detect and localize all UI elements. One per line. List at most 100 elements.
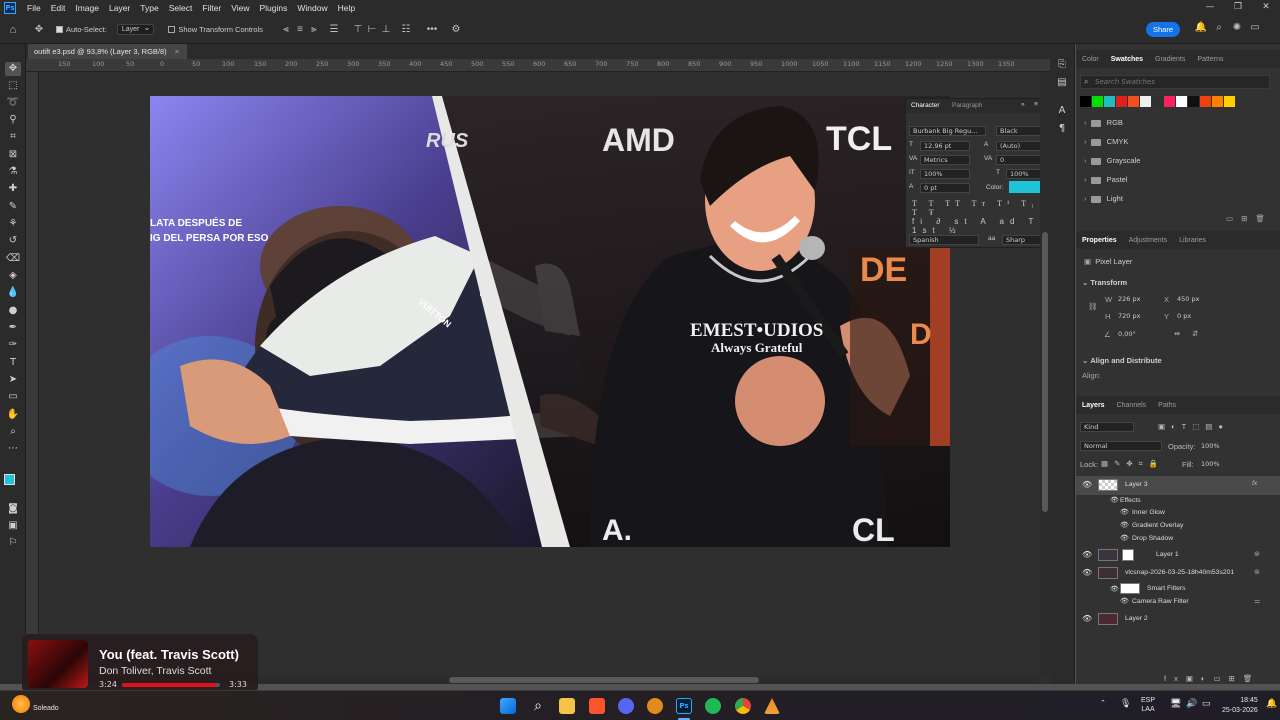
kerning-field[interactable]: Metrics — [920, 155, 970, 165]
font-style-select[interactable]: Black — [996, 126, 1042, 136]
color-swatch[interactable] — [1080, 96, 1091, 107]
layers-footer-icons[interactable]: fx▣◐▭⊞🗑 — [1164, 674, 1260, 683]
paragraph-panel-icon[interactable]: ¶ — [1054, 122, 1070, 136]
opacity-field[interactable]: 100% — [1197, 441, 1237, 451]
layer-row-layer-3[interactable]: 👁 Layer 3 fx — [1076, 476, 1280, 495]
filter-options-icon[interactable]: ⚌ — [1254, 597, 1260, 605]
auto-select-dropdown[interactable]: Layer — [116, 23, 155, 35]
vlc-icon[interactable] — [764, 698, 780, 714]
more-options-icon[interactable]: ••• — [423, 24, 441, 35]
opentype-buttons[interactable]: fi ∂ st A ad T 1st ½ — [912, 217, 1045, 235]
start-windows-icon[interactable] — [500, 698, 516, 714]
crop-tool-icon[interactable]: ⌗ — [5, 130, 21, 144]
edit-toolbar-icon[interactable]: ⋯ — [5, 442, 21, 456]
network-icon[interactable]: 🖥 — [1170, 698, 1181, 709]
menu-view[interactable]: View — [226, 3, 254, 13]
align-center-icon[interactable]: ≡ — [293, 24, 307, 35]
blender-icon[interactable] — [647, 698, 663, 714]
blend-mode-select[interactable]: Normal — [1080, 441, 1162, 451]
menu-plugins[interactable]: Plugins — [254, 3, 292, 13]
language-select[interactable]: Spanish — [909, 235, 979, 245]
menu-layer[interactable]: Layer — [104, 3, 135, 13]
menu-help[interactable]: Help — [333, 3, 360, 13]
zoom-tool-icon[interactable]: ⌕ — [5, 425, 21, 439]
layer-row-layer-1[interactable]: 👁 Layer 1 ⊛ — [1076, 546, 1280, 564]
color-swatch[interactable] — [1116, 96, 1127, 107]
show-transform-checkbox[interactable]: Show Transform Controls — [168, 25, 263, 34]
tracking-field[interactable]: 0 — [996, 155, 1042, 165]
pen-tool-icon[interactable]: ✒ — [5, 321, 21, 335]
maximize-button[interactable]: ❐ — [1224, 0, 1252, 16]
character-panel-icon[interactable]: A — [1054, 104, 1070, 118]
x-field[interactable]: 450 px — [1173, 294, 1219, 304]
lasso-tool-icon[interactable]: ➰ — [5, 96, 21, 110]
align-right-icon[interactable]: ⫸ — [307, 24, 321, 35]
frame-tool-icon[interactable]: ⊠ — [5, 148, 21, 162]
visibility-eye-icon[interactable]: 👁 — [1110, 496, 1119, 504]
layer-effects-row[interactable]: 👁 Effects — [1076, 495, 1280, 507]
clock[interactable]: 18:45 25-03-2026 — [1222, 696, 1258, 716]
collapse-icon[interactable]: » — [1021, 101, 1025, 108]
path-selection-tool-icon[interactable]: ➤ — [5, 373, 21, 387]
progress-track[interactable] — [122, 683, 220, 687]
brush-tool-icon[interactable]: ✎ — [5, 200, 21, 214]
align-bottom-icon[interactable]: ⊥ — [379, 24, 393, 35]
link-proportions-icon[interactable]: ⛓ — [1088, 302, 1098, 311]
move-tool-icon[interactable]: ✥ — [5, 62, 21, 76]
color-swatch[interactable] — [1104, 96, 1115, 107]
color-swatch[interactable] — [1188, 96, 1199, 107]
tab-adjustments[interactable]: Adjustments — [1123, 237, 1174, 244]
fx-icon[interactable]: fx — [1252, 480, 1257, 487]
rectangle-tool-icon[interactable]: ▭ — [5, 390, 21, 404]
layer-filter-kind[interactable]: Kind — [1080, 422, 1134, 432]
color-swatch[interactable] — [1224, 96, 1235, 107]
visibility-eye-icon[interactable]: 👁 — [1120, 508, 1129, 516]
smart-filters-row[interactable]: 👁 Smart Filters — [1076, 582, 1280, 596]
visibility-eye-icon[interactable]: 👁 — [1110, 585, 1119, 593]
object-selection-tool-icon[interactable]: ⚲ — [5, 113, 21, 127]
vertical-scroll-thumb[interactable] — [1042, 232, 1048, 512]
align-distribute-section[interactable]: ⌄ Align and Distribute — [1082, 356, 1162, 365]
font-family-select[interactable]: Burbank Big Regu... — [909, 126, 986, 136]
transform-section[interactable]: ⌄ Transform — [1082, 278, 1127, 287]
file-explorer-icon[interactable] — [559, 698, 575, 714]
filter-row-camera-raw[interactable]: 👁 Camera Raw Filter ⚌ — [1076, 596, 1280, 608]
vertical-scrollbar[interactable] — [1040, 72, 1050, 676]
notification-bell-icon[interactable]: 🔔 — [1266, 698, 1277, 709]
auto-select-checkbox[interactable]: Auto-Select: — [56, 25, 107, 34]
swatch-group-pastel[interactable]: › Pastel — [1084, 175, 1128, 184]
menu-window[interactable]: Window — [292, 3, 332, 13]
settings-gear-icon[interactable]: ⚙ — [447, 24, 465, 35]
color-swatch[interactable] — [1152, 96, 1163, 107]
color-swatch[interactable] — [1212, 96, 1223, 107]
language-indicator[interactable]: ESP LAA — [1141, 696, 1155, 714]
distribute-vertical-icon[interactable]: ☷ — [399, 24, 413, 35]
visibility-eye-icon[interactable]: 👁 — [1120, 534, 1129, 542]
menu-select[interactable]: Select — [164, 3, 198, 13]
width-field[interactable]: 226 px — [1114, 294, 1160, 304]
height-field[interactable]: 720 px — [1114, 311, 1160, 321]
tab-character[interactable]: Character — [911, 102, 940, 109]
paint-bucket-tool-icon[interactable]: ◈ — [5, 269, 21, 283]
swatch-group-cmyk[interactable]: › CMYK — [1084, 137, 1128, 146]
menu-image[interactable]: Image — [70, 3, 104, 13]
eyedropper-tool-icon[interactable]: ⚗ — [5, 165, 21, 179]
menu-type[interactable]: Type — [135, 3, 163, 13]
swatch-footer-icons[interactable]: ▭⊞🗑 — [1226, 214, 1273, 223]
menu-filter[interactable]: Filter — [197, 3, 226, 13]
effect-row-inner-glow[interactable]: 👁 Inner Glow — [1076, 507, 1280, 519]
layer-filter-icons[interactable]: ▣◐T⬚▤● — [1158, 422, 1229, 431]
search-icon[interactable]: ⌕ — [1212, 22, 1226, 33]
horizontal-scroll-thumb[interactable] — [449, 677, 759, 683]
layer-row-layer-2[interactable]: 👁 Layer 2 — [1076, 610, 1280, 628]
history-brush-tool-icon[interactable]: ↺ — [5, 234, 21, 248]
contextual-taskbar-icon[interactable]: ⚐ — [5, 536, 21, 550]
tab-paragraph[interactable]: Paragraph — [952, 102, 982, 109]
align-left-icon[interactable]: ⫷ — [279, 24, 293, 35]
tab-paths[interactable]: Paths — [1152, 402, 1182, 409]
distribute-icon[interactable]: ☰ — [327, 24, 341, 35]
search-icon[interactable]: ⌕ — [530, 698, 546, 714]
leading-field[interactable]: (Auto) — [996, 141, 1042, 151]
antialias-select[interactable]: Sharp — [1002, 235, 1042, 245]
discover-lightbulb-icon[interactable]: ✺ — [1230, 22, 1244, 33]
